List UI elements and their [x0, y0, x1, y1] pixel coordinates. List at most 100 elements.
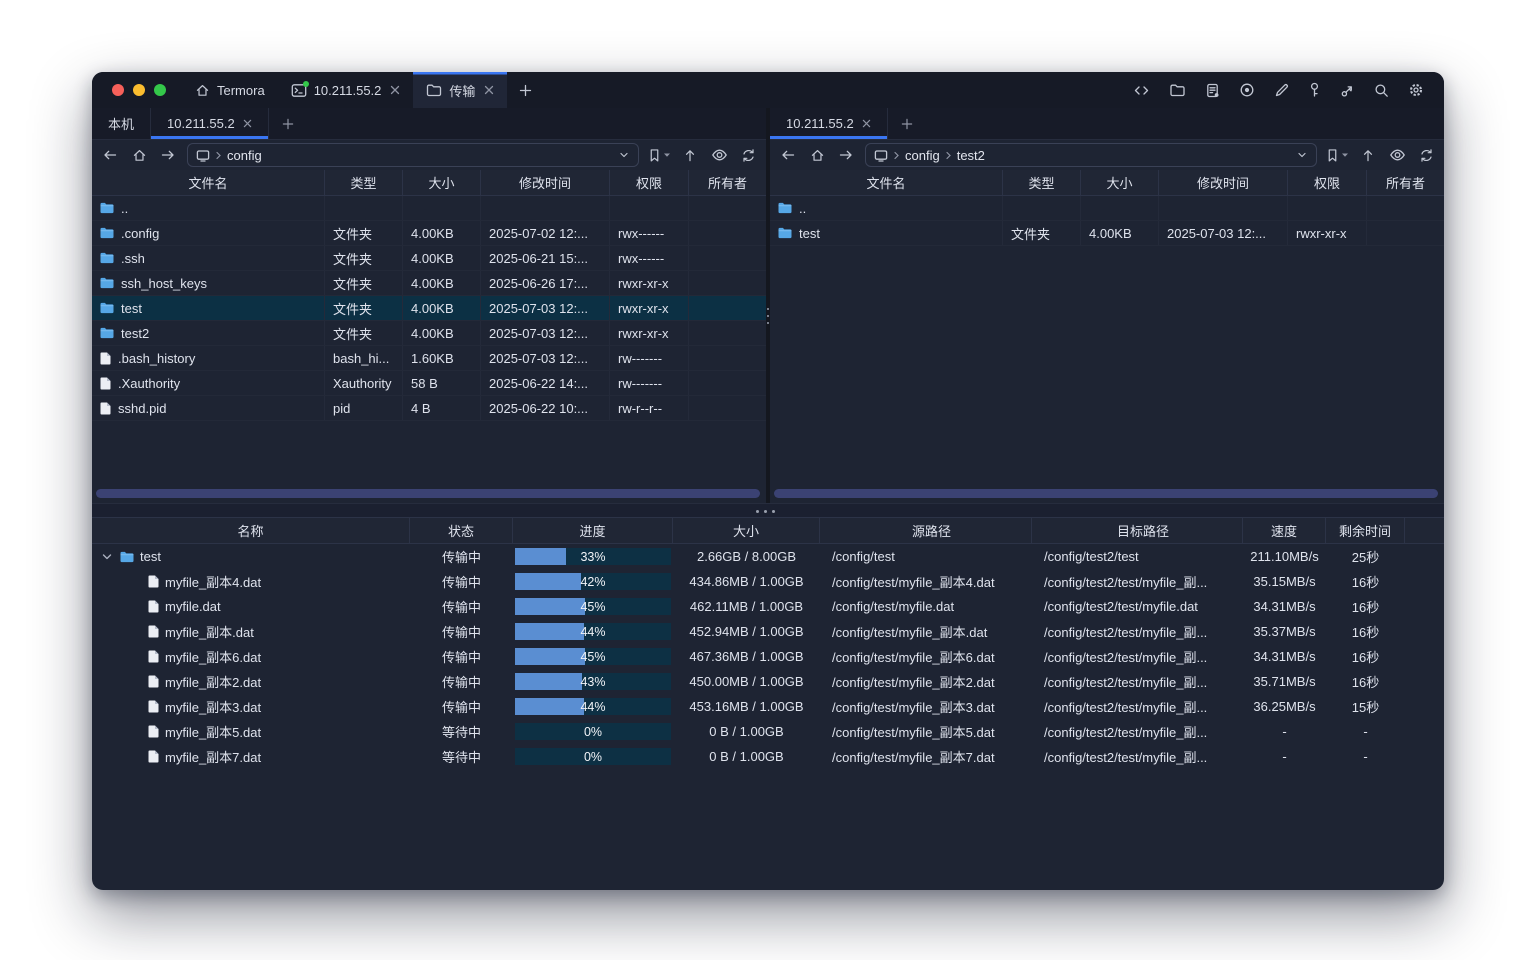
- left-file-rows: ...config文件夹4.00KB2025-07-02 12:...rwx--…: [92, 196, 766, 421]
- close-icon[interactable]: [243, 119, 252, 128]
- keychain-icon[interactable]: [1340, 83, 1355, 98]
- transfer-row[interactable]: myfile.dat传输中45%462.11MB / 1.00GB/config…: [92, 594, 1444, 619]
- settings-icon[interactable]: [1408, 82, 1424, 98]
- new-panel-tab-button[interactable]: [888, 108, 926, 139]
- bookmark-button[interactable]: [1326, 148, 1349, 163]
- column-header[interactable]: 剩余时间: [1326, 518, 1405, 543]
- tab-termora[interactable]: Termora: [182, 72, 278, 108]
- file-row[interactable]: .config文件夹4.00KB2025-07-02 12:...rwx----…: [92, 221, 766, 246]
- home-button[interactable]: [807, 145, 827, 165]
- column-header[interactable]: 所有者: [689, 170, 766, 195]
- left-path-input[interactable]: config: [187, 143, 639, 167]
- transfer-row[interactable]: myfile_副本4.dat传输中42%434.86MB / 1.00GB/co…: [92, 569, 1444, 594]
- column-header[interactable]: 状态: [410, 518, 513, 543]
- chevron-down-icon[interactable]: [1296, 149, 1308, 161]
- file-row[interactable]: .bash_historybash_hi...1.60KB2025-07-03 …: [92, 346, 766, 371]
- column-header[interactable]: 源路径: [820, 518, 1032, 543]
- transfer-row[interactable]: test传输中33%2.66GB / 8.00GB/config/test/co…: [92, 544, 1444, 569]
- path-segment[interactable]: config: [227, 148, 262, 163]
- right-horizontal-scrollbar[interactable]: [774, 489, 1438, 498]
- transfer-row[interactable]: myfile_副本5.dat等待中0%0 B / 1.00GB/config/t…: [92, 719, 1444, 744]
- column-header[interactable]: 修改时间: [481, 170, 610, 195]
- show-hidden-button[interactable]: [1387, 145, 1407, 165]
- up-directory-button[interactable]: [1358, 145, 1378, 165]
- file-row[interactable]: ..: [770, 196, 1444, 221]
- close-icon[interactable]: [484, 85, 494, 95]
- chevron-down-icon[interactable]: [618, 149, 630, 161]
- column-header[interactable]: 大小: [403, 170, 481, 195]
- column-header[interactable]: 进度: [513, 518, 673, 543]
- new-tab-button[interactable]: [507, 72, 544, 108]
- up-directory-button[interactable]: [680, 145, 700, 165]
- cell-size: 434.86MB / 1.00GB: [673, 569, 820, 594]
- cell-source-path-text: /config/test/myfile_副本7.dat: [832, 747, 995, 766]
- path-segment[interactable]: config: [905, 148, 940, 163]
- column-header[interactable]: 所有者: [1367, 170, 1444, 195]
- column-header[interactable]: 大小: [1081, 170, 1159, 195]
- search-icon[interactable]: [1374, 83, 1389, 98]
- column-header[interactable]: 类型: [325, 170, 403, 195]
- file-row[interactable]: test文件夹4.00KB2025-07-03 12:...rwxr-xr-x: [770, 221, 1444, 246]
- edit-icon[interactable]: [1274, 83, 1289, 98]
- column-header[interactable]: 权限: [610, 170, 689, 195]
- back-button[interactable]: [778, 145, 798, 165]
- forward-button[interactable]: [836, 145, 856, 165]
- zoom-window-button[interactable]: [154, 84, 166, 96]
- tab-remote-host[interactable]: 10.211.55.2: [151, 108, 269, 139]
- close-window-button[interactable]: [112, 84, 124, 96]
- tab-transfer[interactable]: 传输: [413, 72, 507, 108]
- transfer-row[interactable]: myfile_副本3.dat传输中44%453.16MB / 1.00GB/co…: [92, 694, 1444, 719]
- column-header[interactable]: 文件名: [770, 170, 1003, 195]
- transfer-row[interactable]: myfile_副本7.dat等待中0%0 B / 1.00GB/config/t…: [92, 744, 1444, 769]
- tab-local[interactable]: 本机: [92, 108, 151, 139]
- progress-label: 0%: [515, 748, 671, 765]
- key-icon[interactable]: [1308, 82, 1321, 98]
- bookmark-button[interactable]: [648, 148, 671, 163]
- file-row[interactable]: sshd.pidpid4 B2025-06-22 10:...rw-r--r--: [92, 396, 766, 421]
- forward-button[interactable]: [158, 145, 178, 165]
- new-panel-tab-button[interactable]: [269, 108, 307, 139]
- close-icon[interactable]: [390, 85, 400, 95]
- refresh-button[interactable]: [1416, 145, 1436, 165]
- file-row[interactable]: ssh_host_keys文件夹4.00KB2025-06-26 17:...r…: [92, 271, 766, 296]
- refresh-button[interactable]: [738, 145, 758, 165]
- close-icon[interactable]: [862, 119, 871, 128]
- file-row[interactable]: test2文件夹4.00KB2025-07-03 12:...rwxr-xr-x: [92, 321, 766, 346]
- home-button[interactable]: [129, 145, 149, 165]
- transfer-row[interactable]: myfile_副本.dat传输中44%452.94MB / 1.00GB/con…: [92, 619, 1444, 644]
- file-row[interactable]: test文件夹4.00KB2025-07-03 12:...rwxr-xr-x: [92, 296, 766, 321]
- right-path-input[interactable]: config test2: [865, 143, 1317, 167]
- column-header[interactable]: 文件名: [92, 170, 325, 195]
- column-header[interactable]: 目标路径: [1032, 518, 1243, 543]
- cell-mtime: [1159, 196, 1288, 220]
- transfer-splitter-horizontal[interactable]: [92, 503, 1444, 518]
- column-header[interactable]: 类型: [1003, 170, 1081, 195]
- file-row[interactable]: ..: [92, 196, 766, 221]
- tab-remote-host[interactable]: 10.211.55.2: [770, 108, 888, 139]
- transfer-name-text: myfile.dat: [165, 599, 221, 614]
- tab-label: 10.211.55.2: [314, 83, 382, 98]
- column-header[interactable]: 名称: [92, 518, 410, 543]
- left-horizontal-scrollbar[interactable]: [96, 489, 760, 498]
- path-segment[interactable]: test2: [957, 148, 985, 163]
- column-header[interactable]: 修改时间: [1159, 170, 1288, 195]
- cell-size: 4.00KB: [1081, 221, 1159, 245]
- tab-host[interactable]: 10.211.55.2: [278, 72, 414, 108]
- back-button[interactable]: [100, 145, 120, 165]
- transfer-row[interactable]: myfile_副本6.dat传输中45%467.36MB / 1.00GB/co…: [92, 644, 1444, 669]
- computer-icon: [196, 149, 210, 162]
- show-hidden-button[interactable]: [709, 145, 729, 165]
- column-header[interactable]: 速度: [1243, 518, 1326, 543]
- column-header[interactable]: 权限: [1288, 170, 1367, 195]
- expand-chevron-icon[interactable]: [100, 553, 114, 561]
- minimize-window-button[interactable]: [133, 84, 145, 96]
- column-header[interactable]: 大小: [673, 518, 820, 543]
- file-row[interactable]: .ssh文件夹4.00KB2025-06-21 15:...rwx------: [92, 246, 766, 271]
- record-icon[interactable]: [1239, 82, 1255, 98]
- code-icon[interactable]: [1133, 83, 1150, 98]
- transfer-row[interactable]: myfile_副本2.dat传输中43%450.00MB / 1.00GB/co…: [92, 669, 1444, 694]
- log-icon[interactable]: [1205, 83, 1220, 98]
- file-row[interactable]: .XauthorityXauthority58 B2025-06-22 14:.…: [92, 371, 766, 396]
- cell-type: Xauthority: [325, 371, 403, 395]
- folder-icon[interactable]: [1169, 83, 1186, 97]
